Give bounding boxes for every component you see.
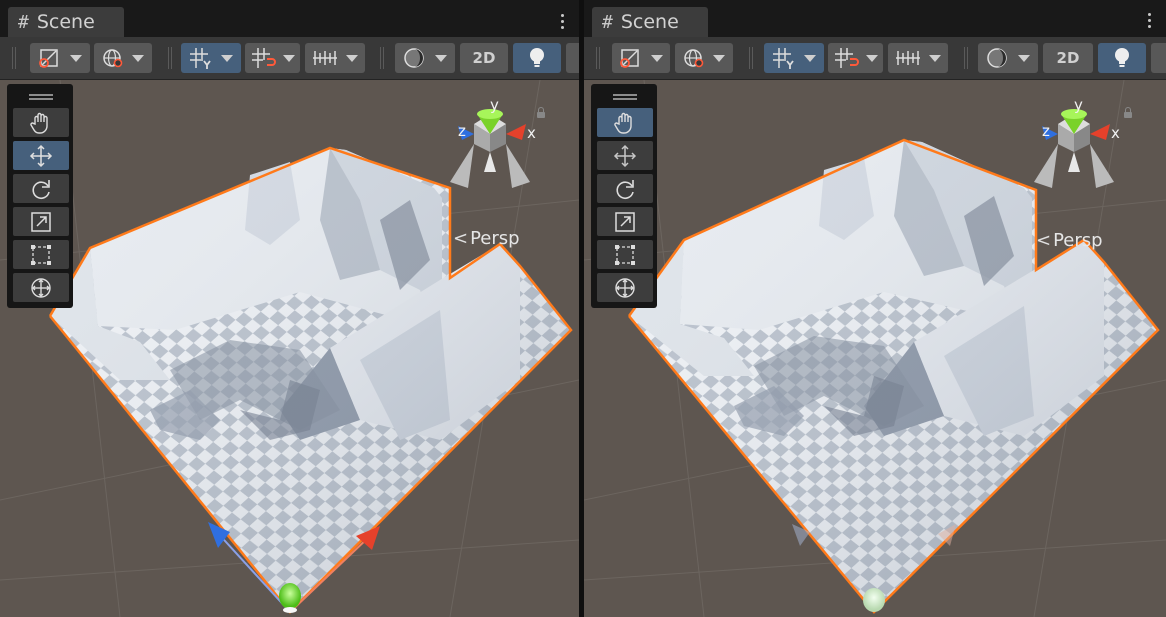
- z-axis-label: z: [458, 122, 466, 140]
- 2d-toggle-button[interactable]: 2D: [1043, 43, 1093, 73]
- y-axis-label: y: [1074, 96, 1083, 114]
- chevron-left-icon: <: [453, 228, 469, 249]
- grid-snap-dropdown[interactable]: [764, 43, 824, 73]
- shading-mode-dropdown[interactable]: [395, 43, 455, 73]
- more-options-icon[interactable]: [1148, 13, 1152, 31]
- grid-snap-icon: [190, 48, 211, 69]
- scene-hash-icon: #: [602, 11, 613, 33]
- scene-toolbar: 2D: [0, 37, 579, 80]
- lighting-toggle-button[interactable]: [1098, 43, 1146, 73]
- y-axis-handle: [279, 583, 301, 609]
- transform-icon: [31, 277, 51, 298]
- more-options-icon[interactable]: [561, 14, 565, 32]
- globe-dropdown[interactable]: [94, 43, 152, 73]
- projection-toggle[interactable]: < Persp: [453, 228, 520, 249]
- light-icon: [530, 48, 544, 67]
- scene-toolbar: 2D: [584, 37, 1166, 80]
- ruler-dropdown[interactable]: [305, 43, 365, 73]
- move-icon: [29, 144, 53, 167]
- shading-icon: [404, 48, 424, 68]
- rect-transform-icon: [615, 244, 635, 265]
- increment-snap-icon: [834, 48, 859, 68]
- scene-panel-right: # Scene 2D y x z < Persp: [584, 5, 1166, 617]
- hand-tool-button[interactable]: [13, 108, 69, 137]
- scene-panel-left: # Scene 2D y x z < Persp: [0, 0, 579, 617]
- x-axis-label: x: [1111, 124, 1120, 142]
- tab-bar: # Scene: [584, 5, 1166, 41]
- grid-snap-dropdown[interactable]: [181, 43, 241, 73]
- scale-icon: [615, 211, 635, 232]
- scale-tool-button[interactable]: [13, 207, 69, 236]
- rect-tool-button[interactable]: [597, 240, 653, 269]
- scene-viewport[interactable]: y x z < Persp: [0, 80, 579, 617]
- increment-snap-dropdown[interactable]: [828, 43, 883, 73]
- 2d-toggle-button[interactable]: 2D: [460, 43, 508, 73]
- rect-tool-button[interactable]: [13, 240, 69, 269]
- rect-transform-icon: [31, 244, 51, 265]
- persp-label: Persp: [470, 228, 520, 249]
- ruler-icon: [896, 51, 920, 65]
- scene-tab-label: Scene: [620, 11, 679, 33]
- projection-toggle[interactable]: < Persp: [1036, 230, 1103, 251]
- ruler-dropdown[interactable]: [888, 43, 948, 73]
- transform-icon: [615, 277, 635, 298]
- lock-icon[interactable]: [1124, 107, 1132, 118]
- hand-icon: [30, 112, 48, 134]
- globe-icon: [103, 49, 123, 68]
- transform-tool-button[interactable]: [597, 273, 653, 302]
- toolbar-grip[interactable]: [749, 47, 753, 69]
- tools-overlay: [7, 84, 73, 308]
- move-icon: [613, 144, 637, 167]
- toolbar-grip[interactable]: [964, 47, 968, 69]
- z-axis-label: z: [1042, 122, 1050, 140]
- toolbar-grip[interactable]: [168, 47, 172, 69]
- increment-snap-dropdown[interactable]: [245, 43, 300, 73]
- transform-tool-button[interactable]: [13, 273, 69, 302]
- toolbar-grip[interactable]: [596, 47, 600, 69]
- draw-mode-dropdown[interactable]: [30, 43, 90, 73]
- overflow-button[interactable]: [566, 43, 579, 73]
- draw-mode-icon: [620, 49, 639, 68]
- scene-hash-icon: #: [18, 11, 29, 33]
- toolbar-grip[interactable]: [12, 47, 16, 69]
- ruler-icon: [313, 51, 337, 65]
- rotate-icon: [616, 179, 634, 199]
- draw-mode-icon: [39, 49, 58, 68]
- y-axis-label: y: [490, 96, 499, 114]
- rotate-icon: [32, 179, 50, 199]
- hand-tool-button[interactable]: [597, 108, 653, 137]
- chevron-left-icon: <: [1036, 230, 1052, 251]
- overlay-drag-handle[interactable]: [29, 94, 53, 100]
- scale-icon: [31, 211, 51, 232]
- tools-overlay: [591, 84, 657, 308]
- overlay-drag-handle[interactable]: [613, 94, 637, 100]
- globe-icon: [684, 49, 704, 68]
- x-axis-label: x: [527, 124, 536, 142]
- globe-dropdown[interactable]: [675, 43, 733, 73]
- lock-icon[interactable]: [537, 107, 545, 118]
- scene-viewport[interactable]: y x z < Persp: [584, 80, 1166, 617]
- increment-snap-icon: [251, 48, 276, 68]
- scene-tab[interactable]: # Scene: [8, 7, 124, 37]
- shading-mode-dropdown[interactable]: [978, 43, 1038, 73]
- grid-snap-icon: [773, 48, 794, 69]
- tab-bar: # Scene: [0, 0, 579, 37]
- shading-icon: [987, 48, 1007, 68]
- lighting-toggle-button[interactable]: [513, 43, 561, 73]
- scene-tab[interactable]: # Scene: [592, 7, 708, 37]
- scale-tool-button[interactable]: [597, 207, 653, 236]
- light-icon: [1115, 48, 1129, 67]
- persp-label: Persp: [1053, 230, 1103, 251]
- y-axis-handle: [863, 588, 885, 612]
- scene-tab-label: Scene: [36, 11, 95, 33]
- rotate-tool-button[interactable]: [13, 174, 69, 203]
- toolbar-grip[interactable]: [380, 47, 384, 69]
- move-tool-button[interactable]: [597, 141, 653, 170]
- rotate-tool-button[interactable]: [597, 174, 653, 203]
- move-tool-button[interactable]: [13, 141, 69, 170]
- overflow-button[interactable]: [1151, 43, 1166, 73]
- draw-mode-dropdown[interactable]: [612, 43, 670, 73]
- hand-icon: [614, 112, 632, 134]
